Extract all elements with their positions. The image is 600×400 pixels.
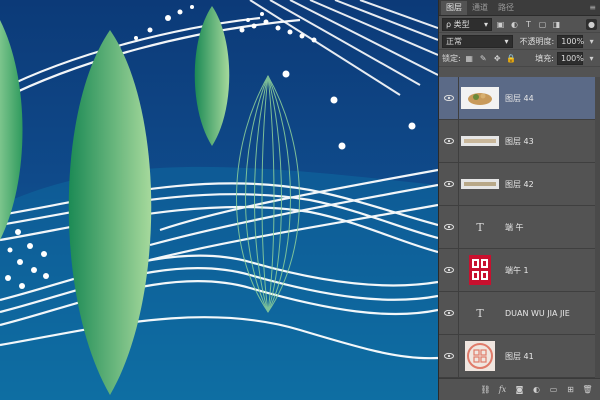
layer-name: 图层 43	[505, 136, 534, 146]
layers-panel: 图层 通道 路径 ≡ ρ 类型 ▾ ▣ ◐ T ▢ ◨ ● 正常 ▾ 不透明度:…	[438, 0, 600, 400]
layers-footer: ⛓ fx ◙ ◐ ▭ ⊞ 🗑	[439, 378, 600, 400]
visibility-eye-icon[interactable]	[439, 292, 459, 334]
lock-row: 锁定: ▦ ✎ ✥ 🔒 填充: 100% ▾	[439, 50, 600, 67]
panel-menu-icon[interactable]: ≡	[589, 3, 596, 12]
visibility-eye-icon[interactable]	[439, 335, 459, 377]
layer-thumbnail	[461, 341, 499, 371]
opacity-value: 100%	[561, 36, 585, 46]
panel-tabs: 图层 通道 路径 ≡	[439, 0, 600, 16]
chevron-down-icon: ▾	[504, 36, 509, 46]
layer-row[interactable]: 图层 44	[439, 77, 600, 120]
filter-smart-icon[interactable]: ◨	[551, 19, 562, 30]
layer-name: 端 午	[505, 222, 524, 232]
opacity-input[interactable]: 100%	[557, 34, 585, 48]
add-mask-icon[interactable]: ◙	[513, 383, 526, 396]
lock-transparent-icon[interactable]: ▦	[464, 53, 475, 64]
chevron-down-icon[interactable]: ▾	[586, 53, 597, 64]
layer-row[interactable]: 端午 1	[439, 249, 600, 292]
filter-adjust-icon[interactable]: ◐	[509, 19, 520, 30]
layer-thumbnail	[461, 255, 499, 285]
layer-row[interactable]: 图层 42	[439, 163, 600, 206]
layer-thumbnail	[461, 83, 499, 113]
layers-list: 图层 44 图层 43 图层 42 T 端 午 端午 1 T DUAN WU J…	[439, 77, 600, 378]
layer-thumbnail	[461, 169, 499, 199]
layer-name: 图层 41	[505, 351, 534, 361]
lock-all-icon[interactable]: 🔒	[506, 53, 517, 64]
adjustment-layer-icon[interactable]: ◐	[530, 383, 543, 396]
chevron-down-icon: ▾	[483, 19, 488, 29]
visibility-eye-icon[interactable]	[439, 249, 459, 291]
opacity-label: 不透明度:	[519, 36, 555, 46]
new-group-icon[interactable]: ▭	[547, 383, 560, 396]
chevron-down-icon[interactable]: ▾	[586, 36, 597, 47]
filter-text-icon[interactable]: T	[523, 19, 534, 30]
blend-mode-select[interactable]: 正常 ▾	[442, 34, 513, 48]
fill-value: 100%	[561, 53, 584, 63]
text-layer-icon: T	[476, 220, 484, 234]
lock-brush-icon[interactable]: ✎	[478, 53, 489, 64]
fill-input[interactable]: 100%	[557, 51, 584, 65]
visibility-eye-icon[interactable]	[439, 77, 459, 119]
layer-name: 端午 1	[505, 265, 529, 275]
layer-row[interactable]: T 端 午	[439, 206, 600, 249]
delete-layer-icon[interactable]: 🗑	[581, 383, 594, 396]
tab-channels[interactable]: 通道	[467, 1, 493, 15]
layer-thumbnail	[461, 126, 499, 156]
fill-label: 填充:	[535, 53, 554, 63]
artwork	[0, 0, 438, 400]
lock-move-icon[interactable]: ✥	[492, 53, 503, 64]
blend-row: 正常 ▾ 不透明度: 100% ▾	[439, 33, 600, 50]
filter-shape-icon[interactable]: ▢	[537, 19, 548, 30]
layer-row[interactable]: T DUAN WU JIA JIE	[439, 292, 600, 335]
layer-name: 图层 44	[505, 93, 534, 103]
blend-mode-value: 正常	[446, 36, 462, 46]
tab-paths[interactable]: 路径	[493, 1, 519, 15]
tab-layers[interactable]: 图层	[441, 1, 467, 15]
visibility-eye-icon[interactable]	[439, 120, 459, 162]
layer-row[interactable]: 图层 41	[439, 335, 600, 378]
text-layer-icon: T	[476, 306, 484, 320]
lock-label: 锁定:	[442, 53, 461, 63]
layers-scrollbar[interactable]	[595, 77, 600, 378]
document-canvas[interactable]	[0, 0, 438, 400]
link-layers-icon[interactable]: ⛓	[479, 383, 492, 396]
new-layer-icon[interactable]: ⊞	[564, 383, 577, 396]
visibility-eye-icon[interactable]	[439, 206, 459, 248]
filter-row: ρ 类型 ▾ ▣ ◐ T ▢ ◨ ●	[439, 16, 600, 33]
layer-style-fx-icon[interactable]: fx	[496, 383, 509, 396]
layer-row[interactable]: 图层 43	[439, 120, 600, 163]
visibility-eye-icon[interactable]	[439, 163, 459, 205]
filter-type-label: ρ 类型	[446, 19, 470, 29]
layer-name: 图层 42	[505, 179, 534, 189]
layer-name: DUAN WU JIA JIE	[505, 308, 570, 318]
filter-pixel-icon[interactable]: ▣	[495, 19, 506, 30]
filter-type-select[interactable]: ρ 类型 ▾	[442, 17, 492, 31]
filter-toggle-icon[interactable]: ●	[586, 18, 597, 30]
